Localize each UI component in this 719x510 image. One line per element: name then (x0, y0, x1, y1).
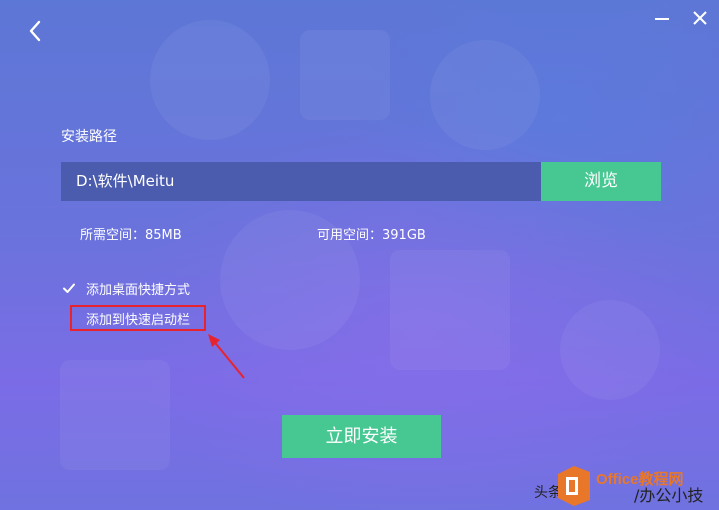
checkmark-icon[interactable] (61, 280, 77, 296)
chevron-left-icon (29, 20, 41, 42)
required-space-text: 所需空间：85MB (80, 228, 182, 243)
annotation-arrow-icon (208, 334, 245, 379)
browse-button[interactable]: 浏览 (541, 162, 661, 201)
watermark-brand: /办公小技巧 (634, 486, 704, 505)
installer-window: 安装路径 D:\软件\Meitu 浏览 所需空间：85MB 可用空间：391GB… (0, 0, 719, 510)
desktop-shortcut-label: 添加桌面快捷方式 (86, 282, 191, 298)
close-icon (693, 11, 707, 25)
annotation-highlight-box (70, 305, 206, 331)
back-button[interactable] (24, 17, 48, 45)
background-decoration (390, 250, 510, 370)
watermark: 头条号 Office教程网 /办公小技巧 (534, 466, 719, 506)
minimize-button[interactable] (652, 8, 672, 28)
close-button[interactable] (690, 8, 710, 28)
available-space-text: 可用空间：391GB (317, 228, 426, 243)
install-path-field[interactable]: D:\软件\Meitu (61, 162, 541, 201)
background-decoration (60, 360, 170, 470)
minimize-icon (655, 18, 669, 20)
background-decoration (300, 30, 390, 120)
install-now-button[interactable]: 立即安装 (282, 415, 441, 458)
desktop-shortcut-option[interactable]: 添加桌面快捷方式 (61, 278, 190, 298)
background-decoration (150, 20, 270, 140)
office-logo-icon (558, 466, 590, 506)
background-decoration (430, 40, 540, 150)
background-decoration (560, 300, 660, 400)
install-path-label: 安装路径 (61, 129, 117, 145)
